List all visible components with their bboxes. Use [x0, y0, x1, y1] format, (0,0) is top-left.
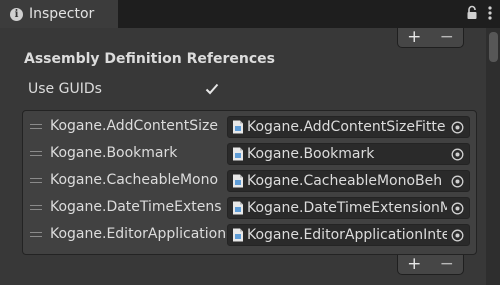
inspector-panel: + − Assembly Definition References Use G… [0, 28, 500, 285]
tab-inspector-label: Inspector [29, 6, 95, 22]
upper-add-button[interactable]: + [403, 29, 425, 46]
use-guids-checkbox[interactable] [203, 80, 220, 97]
list-item: Kogane.EditorApplication Kogane.EditorAp… [23, 223, 476, 248]
object-picker-icon [451, 148, 464, 161]
reference-label: Kogane.AddContentSize [50, 118, 218, 134]
remove-element-button[interactable]: − [436, 256, 458, 273]
list-item: Kogane.AddContentSize Kogane.AddContentS… [23, 115, 476, 140]
object-field-value: Kogane.Bookmark [247, 146, 375, 162]
list-item: Kogane.DateTimeExtens Kogane.DateTimeExt… [23, 196, 476, 221]
drag-handle-icon[interactable] [30, 232, 42, 238]
object-picker-icon [451, 229, 464, 242]
list-footer: + − [397, 255, 464, 275]
object-field-value: Kogane.EditorApplicationInte [247, 227, 447, 243]
info-icon: i [10, 7, 23, 21]
object-picker-icon [451, 202, 464, 215]
lock-icon[interactable] [466, 5, 478, 21]
object-field-value: Kogane.DateTimeExtensionM [247, 200, 447, 216]
tab-inspector[interactable]: i Inspector [0, 0, 118, 28]
list-item: Kogane.Bookmark Kogane.Bookmark [23, 142, 476, 167]
object-field[interactable]: Kogane.EditorApplicationInte [227, 224, 470, 246]
drag-handle-icon[interactable] [30, 205, 42, 211]
asmdef-file-icon [233, 120, 243, 134]
upper-remove-button[interactable]: − [436, 29, 458, 46]
drag-handle-icon[interactable] [30, 124, 42, 130]
section-title: Assembly Definition References [24, 51, 275, 67]
use-guids-label: Use GUIDs [28, 81, 102, 97]
object-field-value: Kogane.CacheableMonoBeh [247, 173, 443, 189]
kebab-menu-icon[interactable] [488, 5, 492, 21]
reference-label: Kogane.DateTimeExtens [50, 199, 222, 215]
object-field[interactable]: Kogane.CacheableMonoBeh [227, 170, 470, 192]
asmdef-file-icon [233, 228, 243, 242]
object-field[interactable]: Kogane.AddContentSizeFitte [227, 116, 470, 138]
add-element-button[interactable]: + [403, 256, 425, 273]
object-picker-icon [451, 175, 464, 188]
object-field[interactable]: Kogane.DateTimeExtensionM [227, 197, 470, 219]
list-item: Kogane.CacheableMono Kogane.CacheableMon… [23, 169, 476, 194]
object-field-value: Kogane.AddContentSizeFitte [247, 119, 446, 135]
asmdef-file-icon [233, 201, 243, 215]
checkmark-icon [205, 83, 218, 94]
drag-handle-icon[interactable] [30, 151, 42, 157]
tab-bar: i Inspector [0, 0, 500, 28]
reference-label: Kogane.Bookmark [50, 145, 178, 161]
references-list: Kogane.AddContentSize Kogane.AddContentS… [22, 110, 477, 255]
asmdef-file-icon [233, 174, 243, 188]
asmdef-file-icon [233, 147, 243, 161]
object-field[interactable]: Kogane.Bookmark [227, 143, 470, 165]
upper-list-footer: + − [397, 28, 464, 48]
reference-label: Kogane.CacheableMono [50, 172, 219, 188]
scrollbar-thumb[interactable] [489, 32, 498, 62]
tab-bar-actions [466, 5, 492, 21]
use-guids-row: Use GUIDs [20, 76, 480, 102]
reference-label: Kogane.EditorApplication [50, 226, 226, 242]
object-picker-icon [451, 121, 464, 134]
drag-handle-icon[interactable] [30, 178, 42, 184]
scrollbar[interactable] [486, 28, 500, 285]
